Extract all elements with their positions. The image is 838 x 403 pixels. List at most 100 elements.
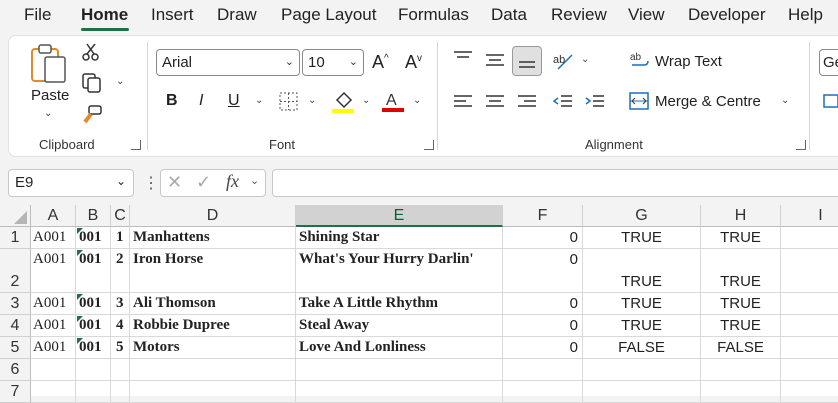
cell-e7[interactable] [296, 381, 503, 403]
cell-h3[interactable]: TRUE [701, 293, 781, 315]
alignment-launcher-icon[interactable] [796, 140, 806, 150]
align-top-icon[interactable] [453, 50, 473, 66]
cell-a1[interactable]: A001 [31, 227, 76, 249]
cancel-icon[interactable]: ✕ [167, 172, 182, 193]
cell-g4[interactable]: TRUE [583, 315, 701, 337]
menu-data[interactable]: Data [491, 5, 527, 25]
cell-d1[interactable]: Manhattens [130, 227, 296, 249]
borders-icon[interactable] [279, 92, 298, 111]
borders-chevron-icon[interactable]: ⌄ [308, 95, 316, 106]
menu-developer[interactable]: Developer [688, 5, 766, 25]
font-color-icon[interactable]: A [382, 89, 406, 113]
conditional-format-icon[interactable] [823, 93, 838, 109]
cell-c3[interactable]: 3 [111, 293, 130, 315]
cell-i7[interactable] [781, 381, 838, 403]
menu-page-layout[interactable]: Page Layout [281, 5, 376, 25]
cell-d6[interactable] [130, 359, 296, 381]
cell-e3[interactable]: Take A Little Rhythm [296, 293, 503, 315]
column-header-c[interactable]: C [111, 205, 130, 227]
cell-c4[interactable]: 4 [111, 315, 130, 337]
cell-d4[interactable]: Robbie Dupree [130, 315, 296, 337]
enter-icon[interactable]: ✓ [196, 172, 211, 193]
row-header-5[interactable]: 5 [0, 337, 31, 359]
cell-e4[interactable]: Steal Away [296, 315, 503, 337]
cell-d3[interactable]: Ali Thomson [130, 293, 296, 315]
cell-c1[interactable]: 1 [111, 227, 130, 249]
cell-e1[interactable]: Shining Star [296, 227, 503, 249]
cell-g3[interactable]: TRUE [583, 293, 701, 315]
paste-button[interactable]: Paste [31, 87, 69, 104]
cell-e6[interactable] [296, 359, 503, 381]
menu-review[interactable]: Review [551, 5, 607, 25]
column-header-b[interactable]: B [76, 205, 111, 227]
menu-home[interactable]: Home [81, 5, 128, 25]
cell-f4[interactable]: 0 [503, 315, 583, 337]
cell-a3[interactable]: A001 [31, 293, 76, 315]
select-all-corner[interactable] [0, 205, 31, 227]
menu-file[interactable]: File [24, 5, 51, 25]
cell-f3[interactable]: 0 [503, 293, 583, 315]
align-right-icon[interactable] [517, 94, 537, 110]
name-box[interactable]: E9 ⌄ [8, 169, 134, 197]
cell-f1[interactable]: 0 [503, 227, 583, 249]
cell-i4[interactable] [781, 315, 838, 337]
cell-a5[interactable]: A001 [31, 337, 76, 359]
wrap-text-icon[interactable]: ab [630, 51, 650, 71]
column-header-e[interactable]: E [296, 205, 503, 227]
menu-draw[interactable]: Draw [217, 5, 257, 25]
copy-chevron-icon[interactable]: ⌄ [116, 76, 124, 87]
align-bottom-button[interactable] [512, 46, 542, 76]
cell-f7[interactable] [503, 381, 583, 403]
copy-icon[interactable] [81, 72, 103, 94]
cell-e2[interactable]: What's Your Hurry Darlin' [296, 249, 503, 293]
cell-g7[interactable] [583, 381, 701, 403]
cell-d2[interactable]: Iron Horse [130, 249, 296, 293]
format-painter-icon[interactable] [81, 104, 103, 126]
bold-icon[interactable]: B [166, 92, 178, 110]
cell-a2[interactable]: A001 [31, 249, 76, 293]
cell-i6[interactable] [781, 359, 838, 381]
cell-h6[interactable] [701, 359, 781, 381]
decrease-indent-icon[interactable] [552, 94, 573, 110]
wrap-text-button[interactable]: Wrap Text [655, 53, 722, 70]
cell-g1[interactable]: TRUE [583, 227, 701, 249]
cell-i3[interactable] [781, 293, 838, 315]
row-header-7[interactable]: 7 [0, 381, 31, 403]
column-header-f[interactable]: F [503, 205, 583, 227]
underline-chevron-icon[interactable]: ⌄ [255, 95, 263, 106]
decrease-font-size-icon[interactable]: Av [405, 52, 422, 73]
row-header-2[interactable]: 2 [0, 249, 31, 293]
cell-i2[interactable] [781, 249, 838, 293]
insert-function-icon[interactable]: fx [226, 171, 239, 192]
font-color-chevron-icon[interactable]: ⌄ [413, 95, 421, 106]
row-header-1[interactable]: 1 [0, 227, 31, 249]
cell-a4[interactable]: A001 [31, 315, 76, 337]
merge-centre-icon[interactable] [629, 92, 649, 110]
merge-chevron-icon[interactable]: ⌄ [781, 95, 789, 106]
orientation-icon[interactable]: ab [552, 49, 574, 71]
align-middle-icon[interactable] [485, 52, 505, 68]
increase-indent-icon[interactable] [585, 94, 605, 110]
cell-d5[interactable]: Motors [130, 337, 296, 359]
number-format-select[interactable]: Ge [819, 49, 838, 76]
column-header-d[interactable]: D [130, 205, 296, 227]
menu-help[interactable]: Help [788, 5, 823, 25]
cell-f5[interactable]: 0 [503, 337, 583, 359]
cell-h2[interactable]: TRUE [701, 249, 781, 293]
cell-c6[interactable] [111, 359, 130, 381]
cell-g2[interactable]: TRUE [583, 249, 701, 293]
cell-b6[interactable] [76, 359, 111, 381]
align-center-icon[interactable] [485, 94, 505, 110]
row-header-6[interactable]: 6 [0, 359, 31, 381]
cell-e5[interactable]: Love And Lonliness [296, 337, 503, 359]
menu-formulas[interactable]: Formulas [398, 5, 469, 25]
cell-g5[interactable]: FALSE [583, 337, 701, 359]
cell-c7[interactable] [111, 381, 130, 403]
fill-color-chevron-icon[interactable]: ⌄ [362, 95, 370, 106]
cell-f6[interactable] [503, 359, 583, 381]
cell-c2[interactable]: 2 [111, 249, 130, 293]
column-header-h[interactable]: H [701, 205, 781, 227]
underline-icon[interactable]: U [228, 92, 240, 110]
cell-h7[interactable] [701, 381, 781, 403]
cell-f2[interactable]: 0 [503, 249, 583, 293]
